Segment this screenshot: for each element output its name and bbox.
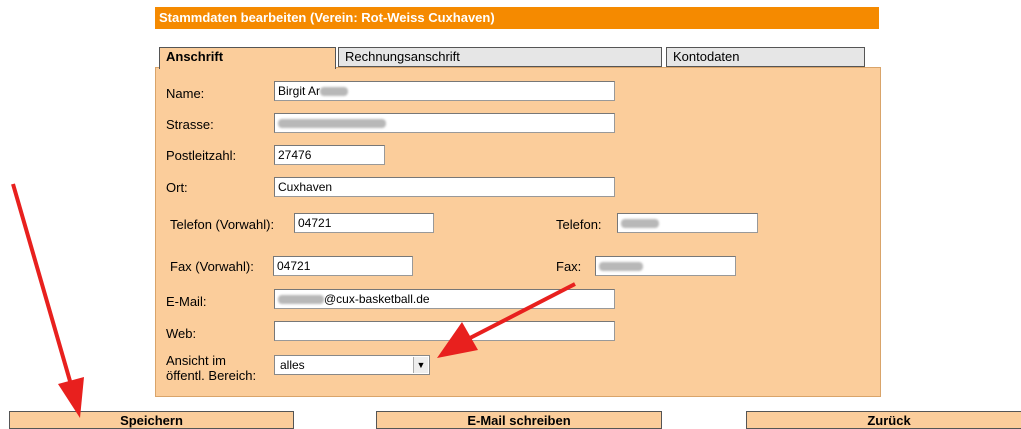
annotation-arrow-save bbox=[11, 183, 74, 389]
ansicht-label-line1: Ansicht im bbox=[166, 353, 226, 368]
ansicht-select[interactable]: alles ▼ bbox=[274, 355, 430, 375]
email-domain: @cux-basketball.de bbox=[324, 292, 430, 306]
tab-rechnungsanschrift[interactable]: Rechnungsanschrift bbox=[338, 47, 662, 67]
email-button[interactable]: E-Mail schreiben bbox=[376, 411, 662, 429]
redacted-text bbox=[278, 119, 386, 129]
save-button[interactable]: Speichern bbox=[9, 411, 294, 429]
telefon-field[interactable] bbox=[617, 213, 758, 233]
ansicht-selected-value: alles bbox=[280, 358, 305, 372]
telefon-label: Telefon: bbox=[556, 217, 602, 232]
page-title: Stammdaten bearbeiten (Verein: Rot-Weiss… bbox=[155, 7, 879, 29]
back-button[interactable]: Zurück bbox=[746, 411, 1021, 429]
fax-label: Fax: bbox=[556, 259, 582, 274]
redacted-text bbox=[621, 219, 659, 229]
ansicht-label-line2: öffentl. Bereich: bbox=[166, 368, 257, 383]
name-value: Birgit Ar bbox=[278, 84, 321, 98]
ort-label: Ort: bbox=[166, 180, 188, 195]
name-field[interactable]: Birgit Ar bbox=[274, 81, 615, 101]
strasse-label: Strasse: bbox=[166, 117, 214, 132]
fax-field[interactable] bbox=[595, 256, 736, 276]
fax-vorwahl-field[interactable]: 04721 bbox=[273, 256, 413, 276]
ort-field[interactable]: Cuxhaven bbox=[274, 177, 615, 197]
name-label: Name: bbox=[166, 86, 205, 101]
web-field[interactable] bbox=[274, 321, 615, 341]
web-label: Web: bbox=[166, 326, 197, 341]
redacted-text bbox=[278, 295, 324, 305]
telefon-vorwahl-label: Telefon (Vorwahl): bbox=[170, 217, 275, 232]
plz-field[interactable]: 27476 bbox=[274, 145, 385, 165]
email-label: E-Mail: bbox=[166, 294, 207, 309]
email-field[interactable]: @cux-basketball.de bbox=[274, 289, 615, 309]
redacted-text bbox=[599, 262, 643, 272]
tab-anschrift[interactable]: Anschrift bbox=[159, 47, 336, 69]
fax-vorwahl-label: Fax (Vorwahl): bbox=[170, 259, 254, 274]
redacted-text bbox=[320, 87, 349, 97]
chevron-down-icon[interactable]: ▼ bbox=[413, 357, 428, 373]
plz-label: Postleitzahl: bbox=[166, 148, 237, 163]
tab-kontodaten[interactable]: Kontodaten bbox=[666, 47, 865, 67]
strasse-field[interactable] bbox=[274, 113, 615, 133]
telefon-vorwahl-field[interactable]: 04721 bbox=[294, 213, 434, 233]
ansicht-label: Ansicht im öffentl. Bereich: bbox=[166, 353, 256, 383]
